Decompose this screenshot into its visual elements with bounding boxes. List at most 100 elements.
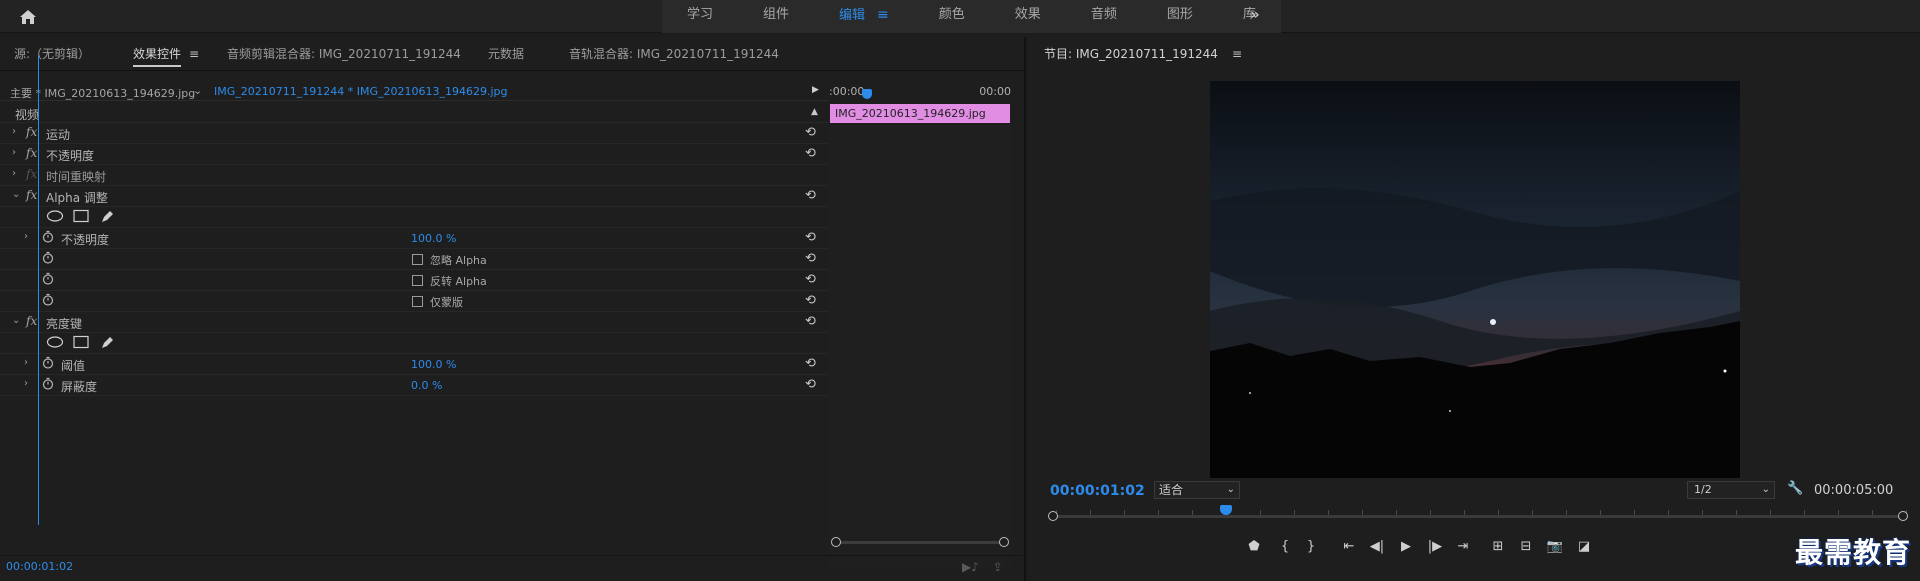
panel-tabs: 源:（无剪辑） 效果控件 ≡ 音频剪辑混合器: IMG_20210711_1912… xyxy=(0,37,1026,71)
program-scrubber[interactable] xyxy=(1048,505,1910,526)
effect-time-ruler[interactable]: :00:00 00:00 xyxy=(829,83,1011,101)
clip-bar[interactable]: IMG_20210613_194629.jpg xyxy=(830,104,1010,123)
reset-icon[interactable]: ⟲ xyxy=(805,188,816,203)
chevron-right-icon[interactable]: › xyxy=(12,168,16,179)
reset-icon[interactable]: ⟲ xyxy=(805,314,816,329)
reset-icon[interactable]: ⟲ xyxy=(805,272,816,287)
program-tab[interactable]: 节目: IMG_20210711_191244 ≡ xyxy=(1044,45,1242,62)
more-workspaces-button[interactable]: » xyxy=(1244,6,1266,26)
settings-wrench-icon[interactable]: 🔧 xyxy=(1787,481,1803,496)
workspace-tab-effects[interactable]: 效果 xyxy=(990,0,1066,33)
lift-button[interactable]: ⊞ xyxy=(1486,535,1510,559)
threshold-value[interactable]: 100.0 % xyxy=(411,358,456,371)
export-frame-button[interactable]: 📷 xyxy=(1543,535,1567,559)
workspace-tab-graphics[interactable]: 图形 xyxy=(1142,0,1218,33)
alpha-opacity-value[interactable]: 100.0 % xyxy=(411,232,456,245)
fx-icon[interactable]: fx xyxy=(26,314,37,328)
pen-mask-icon[interactable] xyxy=(98,209,116,226)
mark-out-button[interactable]: } xyxy=(1299,535,1323,559)
ignore-alpha-checkbox[interactable] xyxy=(412,254,423,265)
tab-source[interactable]: 源:（无剪辑） xyxy=(14,45,90,62)
export-icon[interactable]: ⇪ xyxy=(993,560,1003,574)
chevron-right-icon[interactable]: › xyxy=(24,231,28,242)
chevron-down-icon[interactable]: ⌄ xyxy=(193,84,202,97)
play-triangle-icon[interactable]: ▶ xyxy=(812,85,819,95)
go-to-out-button[interactable]: ⇥ xyxy=(1451,535,1475,559)
solo-audio-icon[interactable]: ▶♪ xyxy=(962,560,979,574)
param-row-invert-alpha: 反转 Alpha ⟲ xyxy=(0,270,828,291)
tab-effect-controls[interactable]: 效果控件 ≡ xyxy=(133,45,199,67)
invert-alpha-checkbox[interactable] xyxy=(412,275,423,286)
workspace-tab-assembly[interactable]: 组件 xyxy=(738,0,814,33)
mask-tools-row xyxy=(0,207,828,228)
comparison-view-button[interactable]: ◪ xyxy=(1572,535,1596,559)
stopwatch-icon[interactable] xyxy=(42,272,54,285)
reset-icon[interactable]: ⟲ xyxy=(805,125,816,140)
chevron-right-icon[interactable]: › xyxy=(12,126,16,137)
panel-footer: 00:00:01:02 ▶♪ ⇪ xyxy=(0,555,1024,581)
reset-icon[interactable]: ⟲ xyxy=(805,293,816,308)
chevron-right-icon[interactable]: › xyxy=(12,147,16,158)
tab-audio-track-mixer[interactable]: 音轨混合器: IMG_20210711_191244 xyxy=(569,45,779,62)
pen-mask-icon[interactable] xyxy=(98,335,116,352)
chevron-right-icon[interactable]: › xyxy=(24,357,28,368)
program-video-frame[interactable] xyxy=(1210,81,1740,478)
hamburger-icon[interactable]: ≡ xyxy=(1232,47,1242,61)
tab-audio-clip-mixer[interactable]: 音频剪辑混合器: IMG_20210711_191244 xyxy=(227,45,461,62)
zoom-scrollbar[interactable] xyxy=(829,537,1011,547)
play-button[interactable]: ▶ xyxy=(1394,535,1418,559)
chevron-down-icon[interactable]: ⌄ xyxy=(12,189,20,200)
sequence-clip-label[interactable]: IMG_20210711_191244 * IMG_20210613_19462… xyxy=(214,85,508,98)
home-button[interactable] xyxy=(14,6,42,28)
ellipse-mask-icon[interactable] xyxy=(46,209,64,226)
stopwatch-icon[interactable] xyxy=(42,230,54,243)
tab-metadata[interactable]: 元数据 xyxy=(488,45,524,62)
rectangle-mask-icon[interactable] xyxy=(72,335,90,352)
current-timecode[interactable]: 00:00:01:02 xyxy=(6,560,73,573)
hamburger-icon[interactable]: ≡ xyxy=(189,47,199,61)
reset-icon[interactable]: ⟲ xyxy=(805,146,816,161)
reset-icon[interactable]: ⟲ xyxy=(805,356,816,371)
effect-mini-timeline[interactable]: IMG_20210613_194629.jpg xyxy=(829,103,1011,573)
stopwatch-icon[interactable] xyxy=(42,356,54,369)
playback-resolution-select[interactable]: 1/2 ⌄ xyxy=(1687,481,1775,499)
go-to-in-button[interactable]: ⇤ xyxy=(1337,535,1361,559)
add-marker-button[interactable]: ⬟ xyxy=(1242,535,1266,559)
param-row-cutoff: › 屏蔽度 0.0 % ⟲ xyxy=(0,375,828,396)
collapse-caret-icon[interactable]: ▲ xyxy=(811,107,818,117)
chevron-down-icon[interactable]: ⌄ xyxy=(12,315,20,326)
hamburger-icon[interactable]: ≡ xyxy=(877,7,889,23)
step-back-button[interactable]: ◀| xyxy=(1365,535,1389,559)
workspace-tab-color[interactable]: 颜色 xyxy=(914,0,990,33)
effect-row-opacity: › fx 不透明度 ⟲ xyxy=(0,144,828,165)
playhead-timecode[interactable]: 00:00:01:02 xyxy=(1050,483,1145,499)
reset-icon[interactable]: ⟲ xyxy=(805,251,816,266)
scrub-zoom-handle-left[interactable] xyxy=(1048,511,1058,521)
step-forward-button[interactable]: |▶ xyxy=(1423,535,1447,559)
reset-icon[interactable]: ⟲ xyxy=(805,377,816,392)
mask-only-checkbox[interactable] xyxy=(412,296,423,307)
workspace-tab-editing[interactable]: 编辑 ≡ xyxy=(814,0,914,33)
fx-icon[interactable]: fx xyxy=(26,125,37,139)
stopwatch-icon[interactable] xyxy=(42,251,54,264)
zoom-level-select[interactable]: 适合 ⌄ xyxy=(1154,481,1240,499)
stopwatch-icon[interactable] xyxy=(42,293,54,306)
mark-in-button[interactable]: { xyxy=(1273,535,1297,559)
stopwatch-icon[interactable] xyxy=(42,377,54,390)
fx-icon[interactable]: fx xyxy=(26,188,37,202)
extract-button[interactable]: ⊟ xyxy=(1514,535,1538,559)
ellipse-mask-icon[interactable] xyxy=(46,335,64,352)
chevron-right-icon[interactable]: › xyxy=(24,378,28,389)
scrub-zoom-handle-right[interactable] xyxy=(1898,511,1908,521)
rectangle-mask-icon[interactable] xyxy=(72,209,90,226)
workspace-tab-learn[interactable]: 学习 xyxy=(662,0,738,33)
sunset-sky-image xyxy=(1210,81,1740,478)
fx-icon[interactable]: fx xyxy=(26,146,37,160)
chevron-down-icon: ⌄ xyxy=(1226,484,1235,495)
zoom-handle-right[interactable] xyxy=(999,537,1009,547)
zoom-handle-left[interactable] xyxy=(831,537,841,547)
reset-icon[interactable]: ⟲ xyxy=(805,230,816,245)
workspace-tab-audio[interactable]: 音频 xyxy=(1066,0,1142,33)
playhead-handle[interactable] xyxy=(862,89,872,99)
cutoff-value[interactable]: 0.0 % xyxy=(411,379,442,392)
